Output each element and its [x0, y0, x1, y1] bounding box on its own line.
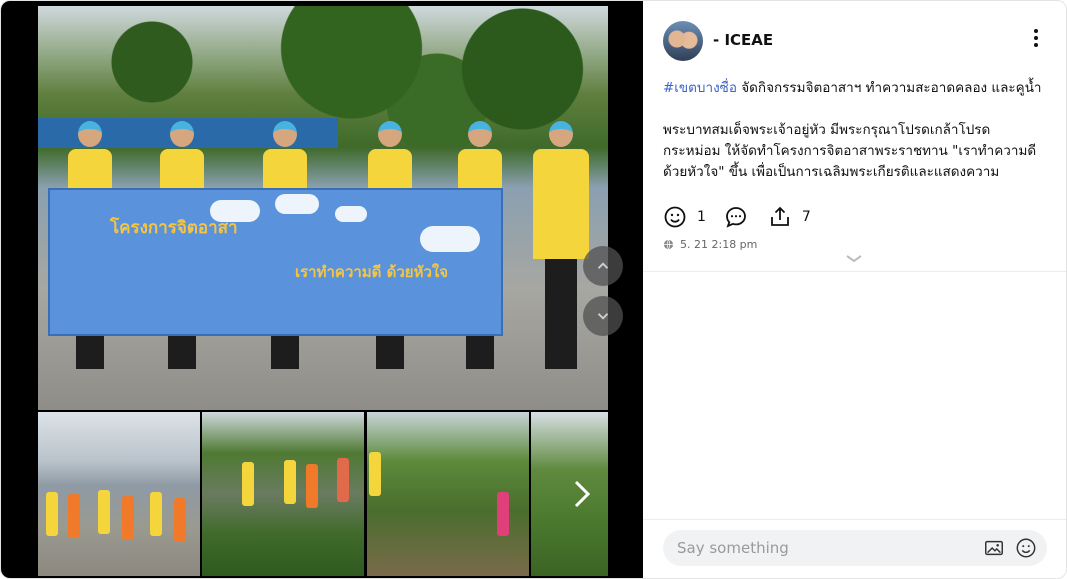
post-text: #เขตบางซื่อ จัดกิจกรรมจิตอาสาฯ ทำความสะอ… [663, 78, 1043, 183]
comment-icon[interactable] [724, 205, 748, 229]
scroll-up-button[interactable] [583, 246, 623, 286]
image-icon[interactable] [983, 537, 1005, 559]
person [533, 121, 589, 381]
main-photo[interactable]: โครงการจิตอาสา เราทำความดี ด้วยหัวใจ [38, 6, 608, 410]
chevron-right-icon [574, 480, 591, 508]
smile-icon[interactable] [663, 205, 687, 229]
globe-icon [663, 239, 674, 250]
hashtag-link[interactable]: #เขตบางซื่อ [663, 80, 737, 96]
comment-input[interactable] [677, 539, 957, 557]
banner-title: โครงการจิตอาสา [110, 218, 238, 238]
share-count: 7 [801, 209, 811, 225]
author-name[interactable]: - ICEAE [713, 31, 773, 49]
post-window: โครงการจิตอาสา เราทำความดี ด้วยหัวใจ - I… [0, 0, 1067, 579]
project-banner: โครงการจิตอาสา เราทำความดี ด้วยหัวใจ [48, 188, 503, 336]
scroll-down-button[interactable] [583, 296, 623, 336]
more-vert-icon [1034, 29, 1038, 47]
next-photo-button[interactable] [571, 479, 593, 517]
post-panel: - ICEAE #เขตบางซื่อ จัดกิจกรรมจิตอาสาฯ ท… [643, 1, 1066, 578]
post-timestamp: 5. 21 2:18 pm [663, 238, 757, 251]
post-headline: #เขตบางซื่อ จัดกิจกรรมจิตอาสาฯ ทำความสะอ… [663, 78, 1043, 99]
chevron-down-icon [846, 255, 862, 263]
thumbnail-photo[interactable] [367, 412, 529, 576]
comment-box[interactable] [663, 530, 1047, 566]
chevron-down-icon [597, 313, 609, 320]
avatar[interactable] [663, 21, 703, 61]
divider [643, 271, 1066, 272]
share-icon[interactable] [768, 205, 792, 229]
expand-text-button[interactable] [845, 252, 863, 268]
thumbnail-photo[interactable] [38, 412, 200, 576]
headline-text: จัดกิจกรรมจิตอาสาฯ ทำความสะอาดคลอง และคู… [736, 80, 1042, 96]
post-body: พระบาทสมเด็จพระเจ้าอยู่หัว มีพระกรุณาโปร… [663, 122, 1037, 180]
timestamp-text: 5. 21 2:18 pm [680, 238, 758, 251]
media-gallery: โครงการจิตอาสา เราทำความดี ด้วยหัวใจ [1, 1, 643, 578]
emoji-icon[interactable] [1015, 537, 1037, 559]
reaction-bar: 1 7 [663, 205, 811, 229]
like-count: 1 [697, 209, 706, 225]
banner-slogan: เราทำความดี ด้วยหัวใจ [295, 263, 449, 281]
thumbnail-photo[interactable] [202, 412, 364, 576]
thumbnail-photo[interactable] [531, 412, 608, 576]
more-options-button[interactable] [1033, 27, 1039, 55]
divider [643, 519, 1066, 520]
chevron-up-icon [597, 262, 609, 269]
